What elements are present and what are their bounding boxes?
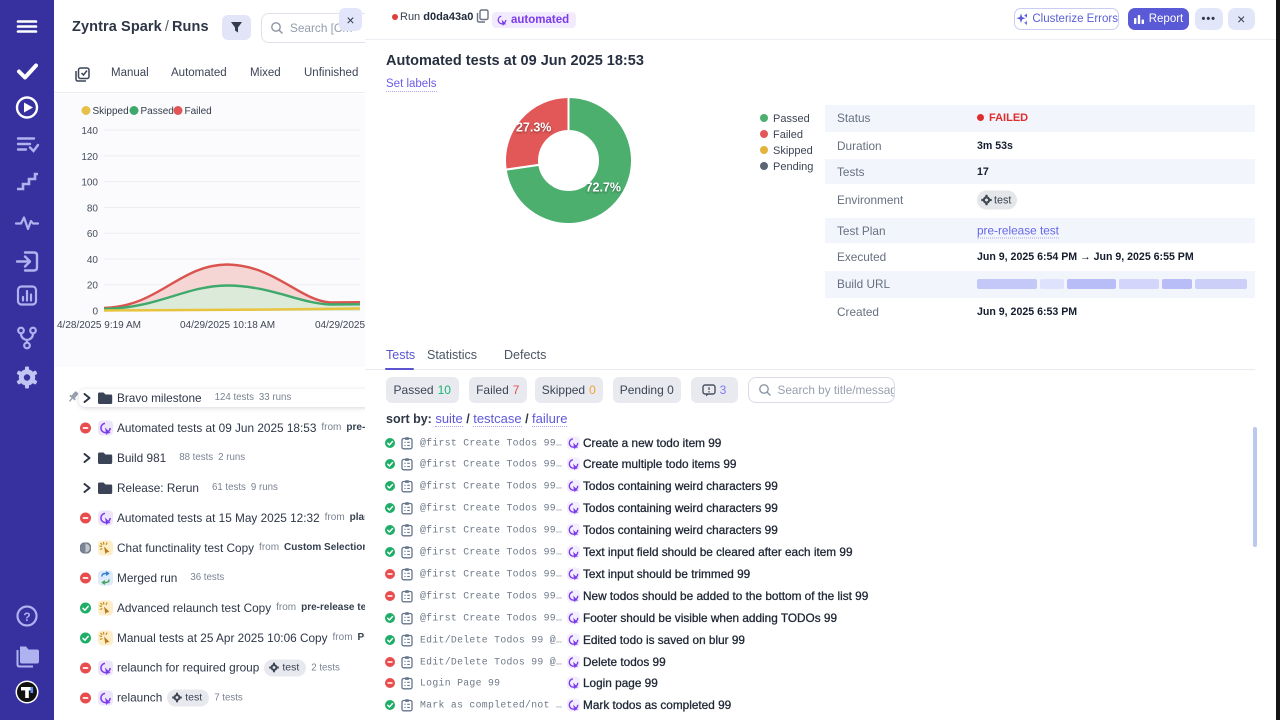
svg-text:4/28/2025 9:19 AM: 4/28/2025 9:19 AM	[57, 320, 141, 331]
svg-text:140: 140	[81, 126, 98, 137]
svg-text:40: 40	[87, 255, 99, 266]
svg-text:120: 120	[81, 152, 98, 163]
svg-text:0: 0	[92, 307, 98, 318]
svg-text:Passed: Passed	[141, 106, 174, 117]
svg-text:27.3%: 27.3%	[516, 121, 551, 135]
svg-text:Failed: Failed	[185, 106, 212, 117]
svg-text:?: ?	[23, 610, 30, 624]
svg-text:60: 60	[87, 229, 99, 240]
svg-text:20: 20	[87, 281, 99, 292]
svg-text:04/29/2025 10: 04/29/2025 10	[315, 320, 365, 331]
svg-text:80: 80	[87, 203, 99, 214]
svg-text:Skipped: Skipped	[93, 106, 129, 117]
svg-text:04/29/2025 10:18 AM: 04/29/2025 10:18 AM	[180, 320, 275, 331]
svg-text:100: 100	[81, 178, 98, 189]
svg-text:72.7%: 72.7%	[586, 181, 621, 195]
